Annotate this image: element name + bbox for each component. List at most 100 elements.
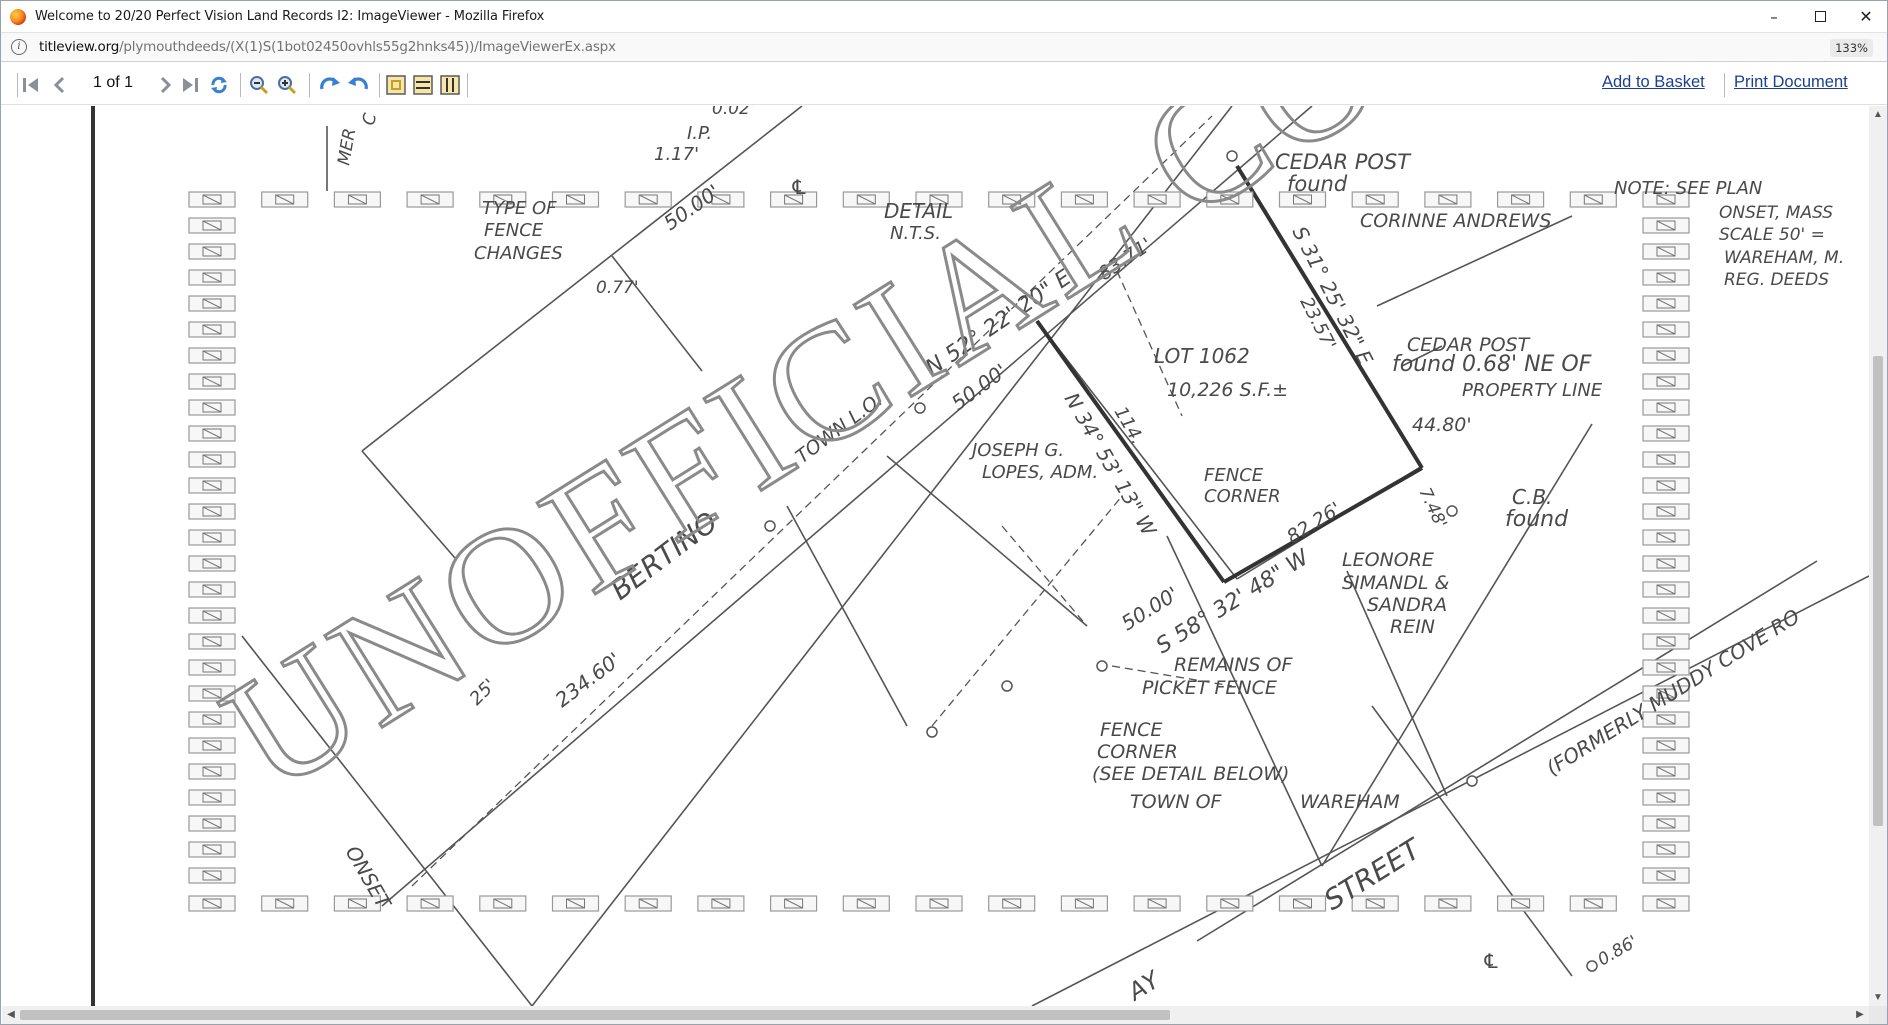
add-to-basket-link[interactable]: Add to Basket <box>1602 73 1705 92</box>
drawing-label: PICKET FENCE <box>1142 677 1277 699</box>
fit-to-window-button[interactable] <box>385 74 407 96</box>
fit-to-window-icon <box>386 75 406 95</box>
drawing-label: 114. <box>1110 403 1148 448</box>
frame-stamp-tile <box>624 895 672 912</box>
drawing-label: 82.26' <box>1283 498 1345 548</box>
frame-stamp-tile <box>188 217 236 234</box>
drawing-label: NOTE: SEE PLAN <box>1614 178 1762 199</box>
zoom-out-button[interactable] <box>248 74 270 96</box>
drawing-label: LEONORE <box>1342 549 1434 571</box>
drawing-label: found <box>1505 507 1569 532</box>
last-page-button[interactable] <box>179 74 201 96</box>
firefox-logo-icon <box>10 8 26 25</box>
drawing-label: 7.48' <box>1414 485 1450 532</box>
document-image-viewer[interactable]: MER C I.P. 1.17' 0.02' TYPE OF FENCE CHA… <box>2 106 1869 1006</box>
vertical-scrollbar[interactable]: ▲ ▼ <box>1869 106 1887 1006</box>
frame-stamp-tile <box>915 895 963 912</box>
scroll-left-arrow-icon[interactable]: ◀ <box>2 1006 20 1024</box>
previous-page-icon <box>53 76 65 94</box>
frame-stamp-tile <box>1642 633 1690 650</box>
drawing-label: (SEE DETAIL BELOW) <box>1092 763 1289 785</box>
frame-stamp-tile <box>188 269 236 286</box>
fit-width-icon <box>413 75 433 95</box>
drawing-label: CORNER <box>1204 486 1281 507</box>
frame-stamp-tile <box>188 347 236 364</box>
frame-stamp-tile <box>188 895 236 912</box>
vertical-scroll-thumb[interactable] <box>1873 356 1883 826</box>
toolbar-separator <box>467 73 468 97</box>
refresh-button[interactable] <box>208 74 230 96</box>
refresh-icon <box>211 76 227 94</box>
rotate-left-button[interactable] <box>346 74 368 96</box>
frame-stamp-tile <box>188 295 236 312</box>
frame-stamp-tile <box>188 243 236 260</box>
fit-height-button[interactable] <box>439 74 461 96</box>
frame-stamp-tile <box>1351 191 1399 208</box>
maximize-icon <box>1814 11 1826 22</box>
frame-stamp-tile <box>1642 399 1690 416</box>
frame-stamp-tile <box>479 895 527 912</box>
drawing-label: PROPERTY LINE <box>1462 380 1603 401</box>
next-page-button[interactable] <box>154 74 176 96</box>
rotate-left-icon <box>348 77 368 90</box>
first-page-icon <box>23 78 38 92</box>
drawing-label: MER <box>334 127 360 167</box>
scroll-right-arrow-icon[interactable]: ▶ <box>1851 1006 1869 1024</box>
window-title: Welcome to 20/20 Perfect Vision Land Rec… <box>35 9 545 24</box>
toolbar-separator <box>17 73 18 97</box>
frame-stamp-tile <box>188 451 236 468</box>
close-button[interactable]: ✕ <box>1843 1 1888 32</box>
drawing-label: SIMANDL & <box>1342 572 1449 594</box>
drawing-label: SANDRA <box>1367 594 1447 616</box>
minimize-button[interactable]: – <box>1751 1 1797 32</box>
url-path: /plymouthdeeds/(X(1)S(1bot02450ovhls55g2… <box>119 39 616 55</box>
rotate-right-button[interactable] <box>318 74 340 96</box>
close-icon: ✕ <box>1859 7 1873 26</box>
zoom-level-button[interactable]: 133% <box>1830 39 1873 57</box>
frame-stamp-tile <box>188 867 236 884</box>
drawing-label: C.B. <box>1512 485 1552 509</box>
frame-stamp-tile <box>624 191 672 208</box>
drawing-label: CHANGES <box>474 243 563 264</box>
drawing-label: 0.77' <box>596 278 639 298</box>
print-document-link[interactable]: Print Document <box>1734 73 1848 92</box>
frame-stamp-tile <box>1569 191 1617 208</box>
frame-stamp-tile <box>188 373 236 390</box>
frame-stamp-tile <box>842 191 890 208</box>
frame-stamp-tile <box>1060 895 1109 912</box>
url-text[interactable]: titleview.org/plymouthdeeds/(X(1)S(1bot0… <box>39 39 616 55</box>
maximize-button[interactable] <box>1797 1 1843 32</box>
frame-stamp-tile <box>261 895 309 912</box>
address-bar[interactable]: i titleview.org/plymouthdeeds/(X(1)S(1bo… <box>1 32 1887 62</box>
frame-stamp-tile <box>1642 867 1690 884</box>
frame-stamp-tile <box>988 895 1036 912</box>
scroll-up-arrow-icon[interactable]: ▲ <box>1869 106 1887 123</box>
frame-stamp-tile <box>1642 555 1690 572</box>
horizontal-scroll-thumb[interactable] <box>20 1010 1170 1020</box>
first-page-button[interactable] <box>21 74 43 96</box>
frame-stamp-tile <box>1642 607 1690 624</box>
frame-stamp-tile <box>1642 217 1690 234</box>
fit-width-button[interactable] <box>412 74 434 96</box>
zoom-out-icon <box>250 76 269 95</box>
zoom-in-button[interactable] <box>276 74 298 96</box>
drawing-label: FENCE <box>484 220 544 241</box>
minimize-icon: – <box>1770 7 1778 26</box>
url-domain: titleview.org <box>39 39 120 55</box>
frame-stamp-tile <box>188 399 236 416</box>
frame-stamp-tile <box>188 503 236 520</box>
frame-stamp-tile <box>1642 841 1690 858</box>
drawing-label: WAREHAM, M. <box>1724 248 1844 268</box>
frame-stamp-tile <box>1642 269 1690 286</box>
previous-page-button[interactable] <box>49 74 71 96</box>
frame-stamp-tile <box>1642 737 1690 754</box>
frame-stamp-tile <box>406 191 454 208</box>
scroll-down-arrow-icon[interactable]: ▼ <box>1869 989 1887 1006</box>
toolbar-separator <box>379 73 380 97</box>
drawing-label: ℄ <box>1482 949 1500 973</box>
frame-stamp-tile <box>1642 477 1690 494</box>
site-info-icon[interactable]: i <box>11 39 27 55</box>
frame-stamp-tile <box>261 191 309 208</box>
frame-stamp-tile <box>1642 789 1690 806</box>
horizontal-scrollbar[interactable]: ◀ ▶ <box>2 1006 1869 1024</box>
